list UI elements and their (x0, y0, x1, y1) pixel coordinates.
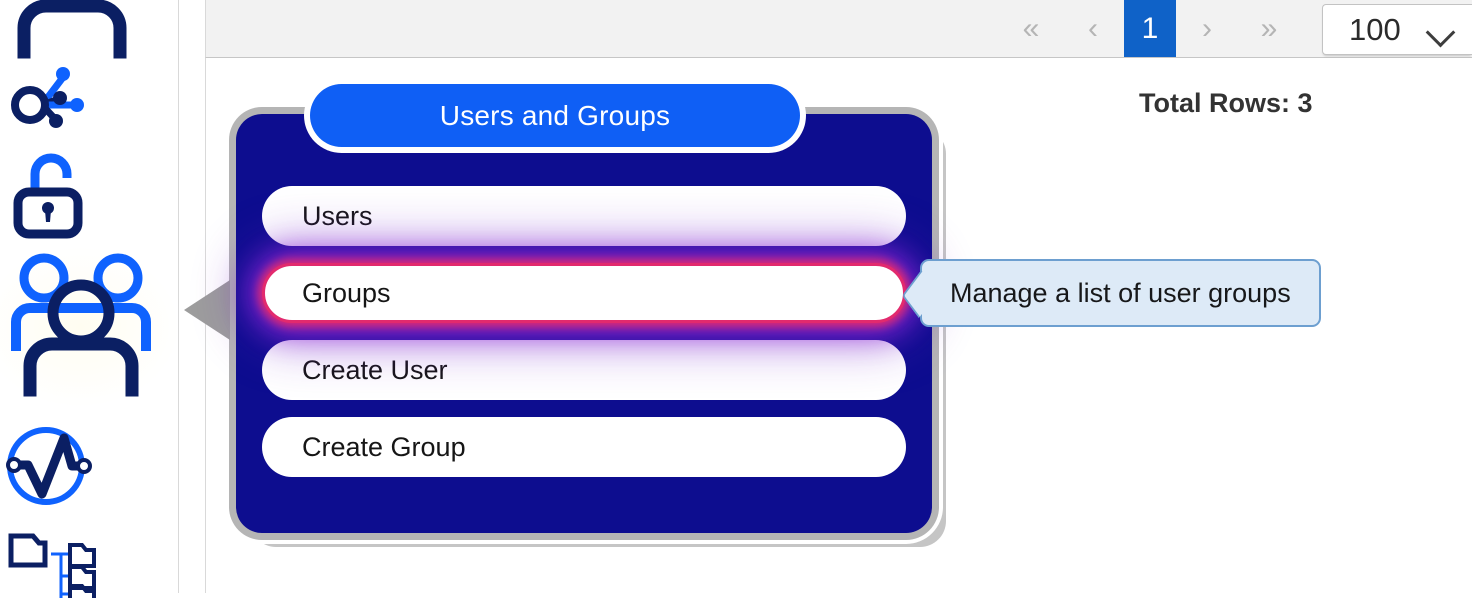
flyout-item-list: Users Groups Create User Create Group (262, 186, 906, 494)
user-icon (6, 0, 138, 66)
network-share-icon (6, 58, 106, 144)
sidebar-item-activity[interactable] (0, 418, 178, 516)
sidebar-item-users-and-groups[interactable] (0, 248, 178, 406)
flyout-item-create-group[interactable]: Create Group (262, 417, 906, 477)
users-and-groups-flyout-menu: Users and Groups Users Groups Create Use… (184, 84, 932, 533)
flyout-item-groups[interactable]: Groups (262, 263, 906, 323)
sidebar-icon-rail (0, 0, 179, 598)
flyout-item-label: Groups (302, 277, 391, 308)
sidebar-item-file-tree[interactable] (0, 528, 178, 598)
chevron-down-icon (1428, 22, 1454, 37)
rows-per-page-select[interactable]: 100 (1322, 4, 1472, 55)
page-number-1[interactable]: 1 (1124, 0, 1176, 57)
rows-per-page-value: 100 (1349, 11, 1401, 47)
pagination-toolbar: « ‹ 1 › » 100 (205, 0, 1472, 58)
flyout-item-create-user[interactable]: Create User (262, 340, 906, 400)
flyout-item-users[interactable]: Users (262, 186, 906, 246)
sidebar-item-connections[interactable] (0, 58, 178, 144)
flyout-item-label: Create Group (302, 431, 466, 462)
flyout-item-label: Users (302, 200, 373, 231)
users-group-icon (6, 248, 156, 406)
flyout-pointer-caret (184, 280, 230, 340)
next-page-button[interactable]: › (1176, 0, 1238, 57)
flyout-title: Users and Groups (310, 84, 800, 147)
activity-chart-icon (6, 418, 96, 516)
tooltip-text: Manage a list of user groups (950, 277, 1291, 308)
total-rows-label: Total Rows: 3 (1139, 88, 1313, 118)
sidebar-item-security[interactable] (0, 152, 178, 246)
unlocked-padlock-icon (6, 152, 96, 246)
first-page-button[interactable]: « (1000, 0, 1062, 57)
sidebar-item-user-profile[interactable] (0, 0, 178, 66)
groups-tooltip: Manage a list of user groups (920, 259, 1321, 327)
previous-page-button[interactable]: ‹ (1062, 0, 1124, 57)
flyout-item-label: Create User (302, 354, 448, 385)
last-page-button[interactable]: » (1238, 0, 1300, 57)
folder-tree-icon (6, 528, 116, 598)
